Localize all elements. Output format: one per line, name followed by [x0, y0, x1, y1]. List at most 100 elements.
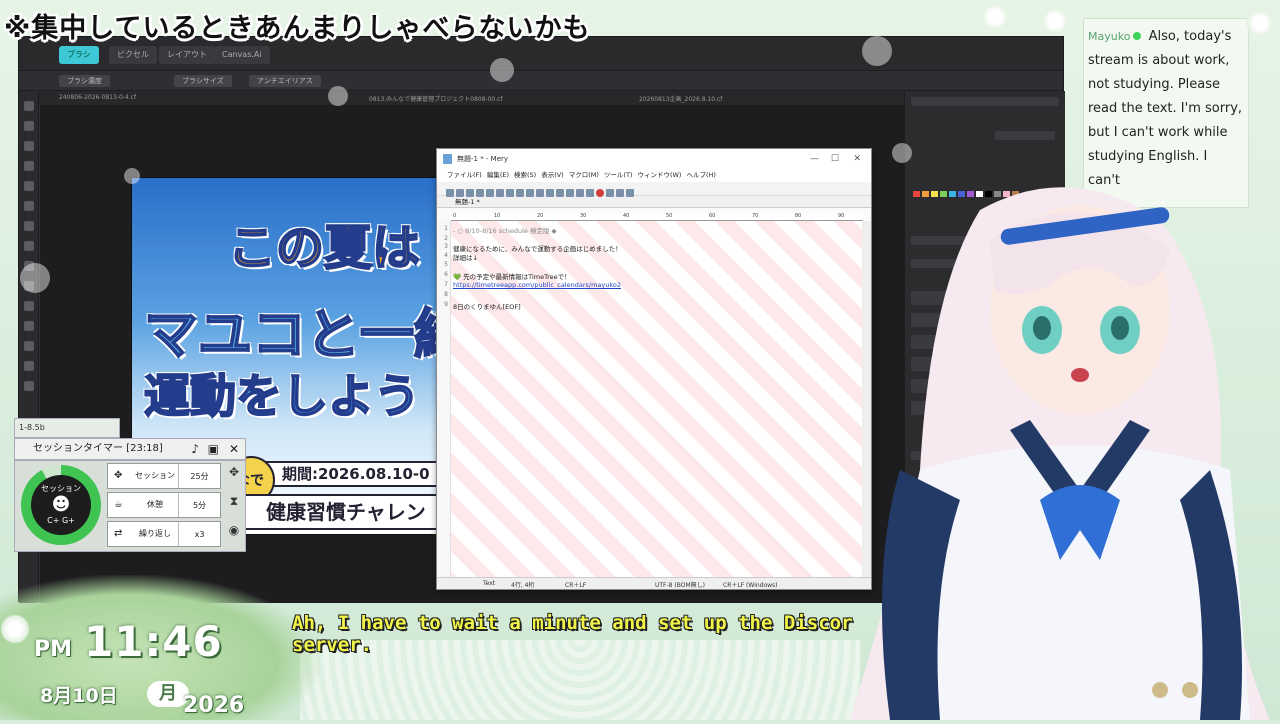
timetree-link[interactable]: https://timetreeapp.com/public_calendars… [453, 281, 621, 289]
status-encoding[interactable]: UTF-8 (BOM無し) [655, 580, 705, 589]
paste-icon[interactable] [506, 189, 514, 197]
replace-icon[interactable] [566, 189, 574, 197]
color-slider[interactable] [995, 131, 1055, 140]
maximize-icon[interactable]: ☐ [831, 149, 839, 169]
tab-canvas[interactable]: Canvas.Ai [214, 46, 270, 64]
mery-doc-tab[interactable]: 無題-1 * [437, 196, 871, 208]
break-label: 休憩 [147, 500, 163, 509]
session-ring-icons[interactable]: C+ G+ [31, 516, 91, 525]
doc-tab-1[interactable]: 240806-2026-0813-0-4.cf [59, 94, 136, 101]
clock-widget: PM 11:46 8月10日 月 2026 [0, 575, 320, 720]
copy-icon[interactable] [496, 189, 504, 197]
ruler-mark: 50 [666, 213, 673, 219]
painting-app-options-bar: ブラシ濃度 ブラシサイズ アンチエイリアス [19, 71, 1063, 91]
menu-view[interactable]: 表示(V) [541, 171, 564, 179]
status-position: 4行, 4桁 [511, 582, 535, 589]
menu-tools[interactable]: ツール(T) [604, 171, 633, 179]
stream-scene: ブラシ ピクセル レイアウト Canvas.Ai ブラシ濃度 ブラシサイズ アン… [0, 0, 1280, 721]
repeat-row[interactable]: ⇄ 繰り返し x3 [107, 521, 221, 547]
vtuber-avatar [830, 170, 1280, 721]
ruler-mark: 10 [494, 213, 501, 219]
option-antialias[interactable]: アンチエイリアス [249, 75, 321, 87]
tab-layout[interactable]: レイアウト [159, 46, 215, 64]
status-eol-type[interactable]: CR＋LF (Windows) [723, 580, 778, 589]
redo-icon[interactable] [526, 189, 534, 197]
tool-icon[interactable] [24, 361, 34, 371]
poster-challenge-banner: 健康習慣チャレン [244, 494, 440, 530]
poster-period-badge: 期間:2026.08.10-0 [252, 461, 440, 487]
menu-macro[interactable]: マクロ(M) [569, 171, 599, 179]
line-number: 1 [444, 225, 448, 232]
record-icon[interactable] [596, 189, 604, 197]
session-ring-center: セッション ☻ C+ G+ [31, 475, 91, 535]
doc-tab-2[interactable]: 0813.みんなで健康管理プロジェクト0808-00.cf [369, 94, 503, 103]
line-number: 6 [444, 271, 448, 278]
menu-window[interactable]: ウィンドウ(W) [637, 171, 681, 179]
tool-icon[interactable] [24, 241, 34, 251]
bubble-decoration [20, 263, 50, 293]
menu-help[interactable]: ヘルプ(H) [686, 171, 715, 179]
doc-tab-3[interactable]: 20260813企画_2026.8.10.cf [639, 94, 722, 103]
timer-mini-bar[interactable]: 1-8.5b [14, 418, 120, 438]
avatar-illustration [850, 187, 1270, 721]
tool-icon[interactable] [24, 181, 34, 191]
repeat-value[interactable]: x3 [178, 522, 220, 546]
panel-icon[interactable] [626, 189, 634, 197]
close-icon[interactable]: ✕ [853, 149, 861, 169]
move-handle-icon[interactable]: ✥ [225, 465, 243, 487]
find-prev-icon[interactable] [546, 189, 554, 197]
tool-icon[interactable] [24, 221, 34, 231]
document-tabs: 240806-2026-0813-0-4.cf 0813.みんなで健康管理プロジ… [39, 91, 904, 105]
wrap-icon[interactable] [576, 189, 584, 197]
tool-icon[interactable] [24, 161, 34, 171]
hourglass-icon[interactable]: ⧗ [225, 494, 243, 516]
menu-edit[interactable]: 編集(E) [487, 171, 509, 179]
music-icon[interactable]: ♪ [191, 439, 199, 459]
mery-text-area[interactable]: - ○ 8/10-8/16 schedule 検定版 ◆ 健康になるために、みん… [437, 221, 863, 577]
tab-pixel[interactable]: ピクセル [109, 46, 157, 64]
clover-icon [1040, 6, 1070, 36]
play-icon[interactable] [606, 189, 614, 197]
cut-icon[interactable] [486, 189, 494, 197]
option-brush-size[interactable]: ブラシサイズ [174, 75, 232, 87]
find-icon[interactable] [536, 189, 544, 197]
line-number-gutter: 1 2 3 4 5 6 7 8 9 [437, 221, 451, 577]
timer-control-icon[interactable]: ◉ [225, 523, 243, 545]
mery-titlebar[interactable]: 無題-1 * - Mery — ☐ ✕ [437, 149, 871, 169]
line-number: 2 [444, 235, 448, 242]
close-icon[interactable]: ✕ [229, 439, 239, 459]
layout-icon[interactable] [586, 189, 594, 197]
tool-icon[interactable] [24, 341, 34, 351]
break-value[interactable]: 5分 [178, 493, 220, 517]
text-line: 💚 先の予定や最新情報はTimeTreeで！ [453, 273, 571, 281]
new-file-icon[interactable] [446, 189, 454, 197]
menu-search[interactable]: 検索(S) [514, 171, 536, 179]
mery-editor-window: 無題-1 * - Mery — ☐ ✕ ファイル(F) 編集(E) 検索(S) 表示(… [436, 148, 872, 590]
minimize-icon[interactable]: — [810, 149, 819, 169]
tool-icon[interactable] [24, 321, 34, 331]
window-icon[interactable]: ▣ [208, 439, 219, 459]
panel-header[interactable] [911, 97, 1059, 106]
tool-icon[interactable] [24, 101, 34, 111]
session-value[interactable]: 25分 [178, 464, 220, 488]
menu-file[interactable]: ファイル(F) [447, 171, 482, 179]
tool-icon[interactable] [24, 121, 34, 131]
tab-brush[interactable]: ブラシ [59, 46, 99, 64]
break-length-row[interactable]: ☕ 休憩 5分 [107, 492, 221, 518]
tool-icon[interactable] [24, 201, 34, 211]
tool-icon[interactable] [24, 381, 34, 391]
find-next-icon[interactable] [556, 189, 564, 197]
ruler-mark: 70 [752, 213, 759, 219]
session-length-row[interactable]: ✥ セッション 25分 [107, 463, 221, 489]
line-number: 4 [444, 252, 448, 259]
timer-title: セッションタイマー [23:18] [33, 443, 163, 454]
timer-mini-label: 1-8.5b [19, 423, 45, 432]
tool-icon[interactable] [24, 301, 34, 311]
pin-icon[interactable] [616, 189, 624, 197]
tool-icon[interactable] [24, 141, 34, 151]
timer-header[interactable]: セッションタイマー [23:18] ✕ ▣ ♪ [14, 438, 246, 460]
mery-menubar: ファイル(F) 編集(E) 検索(S) 表示(V) マクロ(M) ツール(T) ウィンドウ(… [437, 169, 871, 182]
undo-icon[interactable] [516, 189, 524, 197]
mery-app-icon [443, 154, 452, 164]
option-brush-density[interactable]: ブラシ濃度 [59, 75, 110, 87]
